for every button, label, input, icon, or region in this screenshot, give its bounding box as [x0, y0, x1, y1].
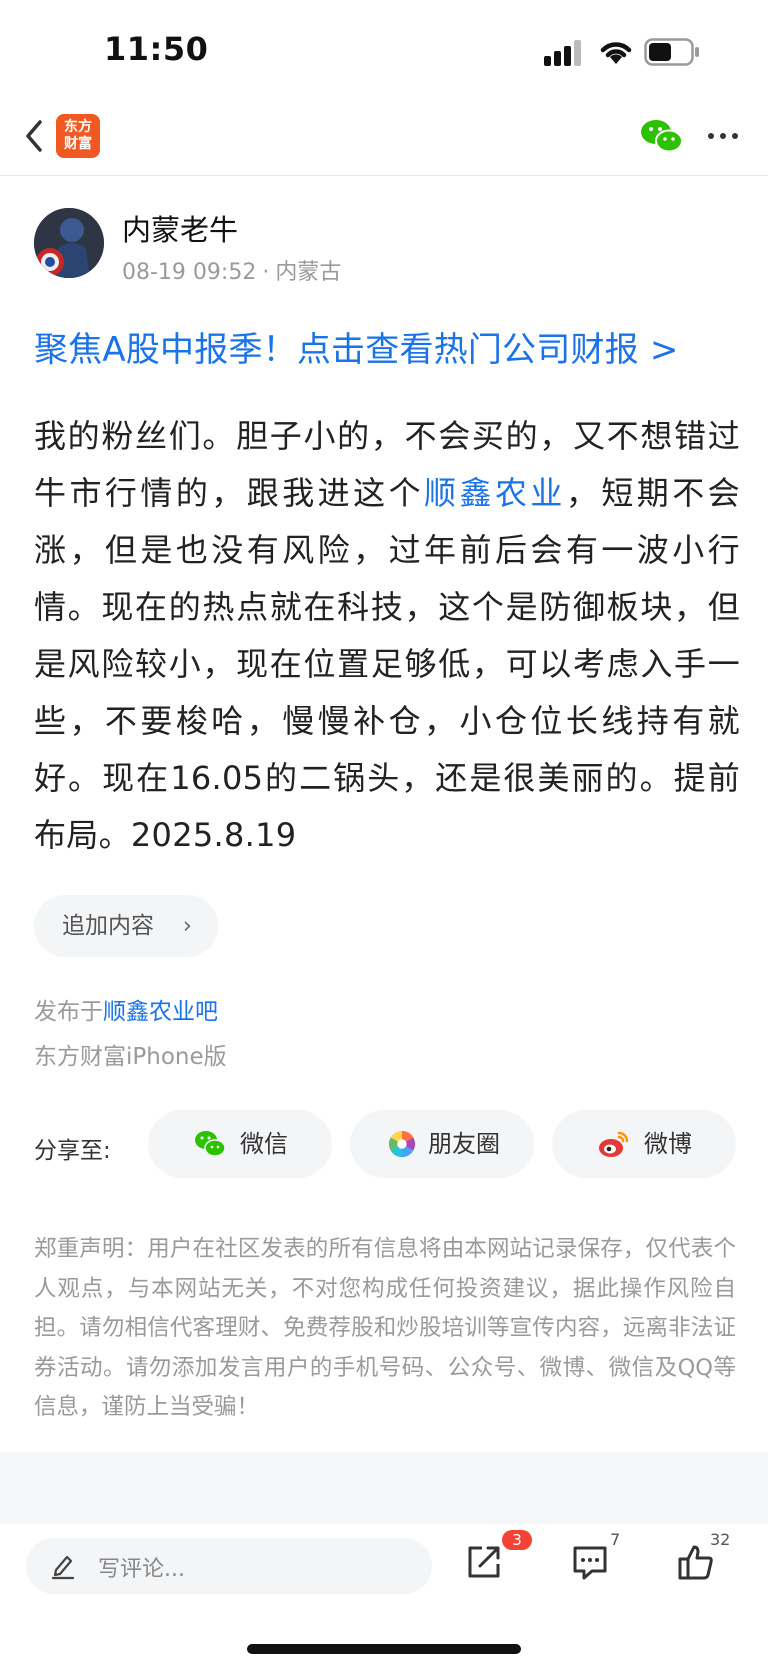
post-body: 我的粉丝们。胆子小的，不会买的，又不想错过牛市行情的，跟我进这个顺鑫农业，短期不…	[34, 408, 740, 864]
app-logo[interactable]: 东方 财富	[56, 114, 100, 158]
battery-icon	[644, 38, 699, 66]
meta-separator: ·	[262, 260, 270, 285]
published-prefix: 发布于	[34, 999, 103, 1025]
home-indicator	[247, 1644, 521, 1654]
forward-badge: 3	[502, 1530, 532, 1550]
post-location: 内蒙古	[275, 260, 342, 285]
section-divider	[0, 1452, 768, 1524]
forum-link[interactable]: 顺鑫农业吧	[103, 999, 218, 1025]
logo-text-bottom: 财富	[64, 136, 92, 152]
share-label: 分享至:	[34, 1138, 111, 1164]
share-wechat-label: 微信	[240, 1130, 288, 1158]
nav-bar: 东方 财富	[0, 100, 768, 176]
more-icon[interactable]	[706, 120, 740, 152]
wechat-icon	[195, 1131, 226, 1157]
status-time: 11:50	[104, 30, 209, 68]
append-content-label: 追加内容	[62, 913, 154, 939]
chevron-right-icon: ›	[182, 913, 192, 939]
comment-count: 7	[610, 1530, 621, 1549]
author-name[interactable]: 内蒙老牛	[122, 207, 238, 249]
share-moments-button[interactable]: 朋友圈	[350, 1110, 534, 1178]
share-weibo-button[interactable]: 微博	[552, 1110, 736, 1178]
stock-link[interactable]: 顺鑫农业	[424, 474, 566, 512]
comment-icon[interactable]	[570, 1542, 610, 1582]
like-count: 32	[710, 1530, 731, 1549]
logo-text-top: 东方	[64, 119, 92, 135]
comment-placeholder: 写评论...	[98, 1557, 185, 1582]
post-meta: 08-19 09:52 · 内蒙古	[122, 254, 341, 286]
status-bar: 11:50	[0, 0, 768, 100]
disclaimer: 郑重声明：用户在社区发表的所有信息将由本网站记录保存，仅代表个人观点，与本网站无…	[34, 1236, 736, 1420]
wechat-share-icon[interactable]	[640, 118, 684, 154]
share-moments-label: 朋友圈	[428, 1130, 500, 1158]
back-icon[interactable]	[20, 114, 48, 158]
comment-input[interactable]: 写评论...	[26, 1538, 432, 1594]
cellular-signal-icon	[544, 40, 586, 66]
append-content-button[interactable]: 追加内容 ›	[34, 895, 218, 957]
post-time: 08-19 09:52	[122, 260, 257, 285]
bottom-action-bar: 写评论... 3 7 32	[0, 1524, 768, 1665]
share-wechat-button[interactable]: 微信	[148, 1110, 332, 1178]
share-weibo-label: 微博	[644, 1130, 692, 1158]
pencil-icon	[51, 1555, 75, 1580]
promo-link[interactable]: 聚焦A股中报季！点击查看热门公司财报 >	[34, 322, 679, 371]
avatar[interactable]	[34, 208, 104, 278]
forward-icon[interactable]	[464, 1542, 504, 1582]
client-source: 东方财富iPhone版	[34, 1044, 227, 1070]
wifi-icon	[600, 42, 632, 64]
moments-icon	[388, 1130, 416, 1158]
weibo-icon	[599, 1131, 629, 1157]
post-text-after: ，短期不会涨，但是也没有风险，过年前后会有一波小行情。现在的热点就在科技，这个是…	[34, 474, 740, 854]
published-in: 发布于顺鑫农业吧	[34, 992, 218, 1026]
